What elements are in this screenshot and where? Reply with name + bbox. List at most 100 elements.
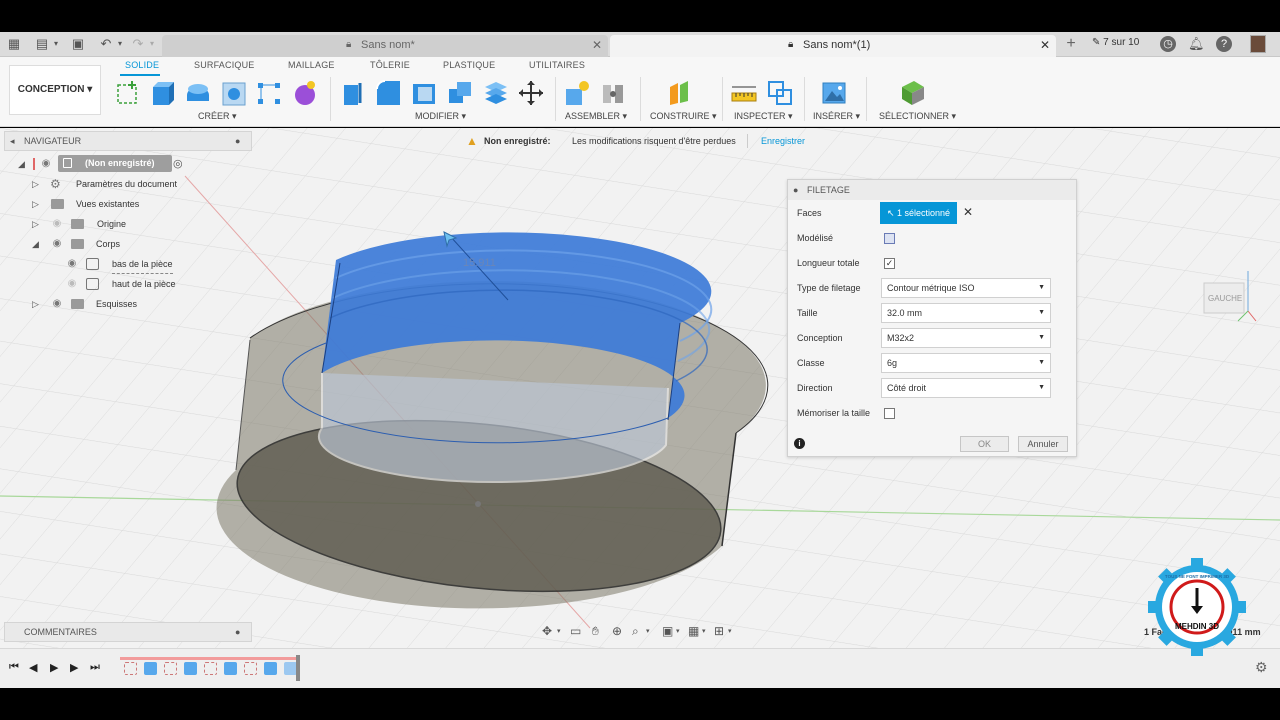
timeline-settings-gear-icon[interactable]: ⚙ xyxy=(1255,659,1268,676)
eye-hidden-icon[interactable]: ◉ xyxy=(50,215,64,233)
classe-select[interactable]: 6g ▼ xyxy=(881,353,1051,373)
combine-icon[interactable] xyxy=(446,79,474,107)
orbit-icon[interactable]: ✥ xyxy=(542,624,552,638)
job-status-icon[interactable]: ◷ xyxy=(1160,36,1176,52)
nav-item-vues[interactable]: ▷ Vues existantes xyxy=(30,195,230,213)
last-step-icon[interactable]: ⏭ xyxy=(90,661,100,674)
tab-sans-nom[interactable]: 🔒︎ Sans nom* ✕ xyxy=(162,35,608,57)
offset-plane-icon[interactable] xyxy=(666,79,694,107)
first-step-icon[interactable]: ⏮ xyxy=(9,661,19,674)
shell-icon[interactable] xyxy=(410,79,438,107)
group-modifier[interactable]: MODIFIER ▾ xyxy=(415,111,466,122)
save-link[interactable]: Enregistrer xyxy=(761,132,805,150)
info-icon[interactable]: i xyxy=(794,438,805,449)
faces-selection-button[interactable]: ↖ 1 sélectionné xyxy=(880,202,957,224)
apps-grid-icon[interactable]: ▦ xyxy=(6,37,22,51)
pattern-icon[interactable] xyxy=(255,79,283,107)
tab-tolerie[interactable]: TÔLERIE xyxy=(370,60,410,70)
group-inserer[interactable]: INSÉRER ▾ xyxy=(813,111,860,122)
timeline-sketch-icon[interactable] xyxy=(244,662,257,675)
expand-triangle-icon[interactable]: ▷ xyxy=(32,219,42,229)
nav-item-bas-de-la-piece[interactable]: ◉ bas de la pièce xyxy=(64,255,244,274)
chevron-down-icon[interactable]: ▾ xyxy=(646,627,650,635)
root-component-label[interactable]: (Non enregistré) xyxy=(58,155,172,172)
revolve-icon[interactable] xyxy=(184,79,212,107)
nav-item-esquisses[interactable]: ▷ ◉ Esquisses xyxy=(30,295,230,313)
new-tab-plus-icon[interactable]: + xyxy=(1062,35,1080,55)
add-comment-icon[interactable]: ● xyxy=(235,623,240,641)
timeline-sketch-icon[interactable] xyxy=(164,662,177,675)
timeline-sketch-icon[interactable] xyxy=(204,662,217,675)
clear-selection-icon[interactable]: ✕ xyxy=(963,205,973,219)
expand-triangle-icon[interactable]: ▷ xyxy=(32,179,42,189)
expand-triangle-icon[interactable]: ▷ xyxy=(32,199,42,209)
group-assembler[interactable]: ASSEMBLER ▾ xyxy=(565,111,627,122)
group-inspecter[interactable]: INSPECTER ▾ xyxy=(734,111,793,122)
pan-hand-icon[interactable]: ✋︎ xyxy=(592,624,599,639)
timeline-track[interactable] xyxy=(120,655,300,683)
group-construire[interactable]: CONSTRUIRE ▾ xyxy=(650,111,717,122)
move-icon[interactable] xyxy=(517,79,545,107)
eye-hidden-icon[interactable]: ◉ xyxy=(65,275,79,293)
tab-plastique[interactable]: PLASTIQUE xyxy=(443,60,495,70)
fillet-icon[interactable] xyxy=(374,79,402,107)
chevron-down-icon[interactable]: ▾ xyxy=(557,627,561,635)
eye-icon[interactable]: ◉ xyxy=(39,155,53,173)
eye-icon[interactable]: ◉ xyxy=(50,295,64,313)
press-pull-icon[interactable] xyxy=(338,79,366,107)
interference-icon[interactable] xyxy=(766,79,794,107)
eye-icon[interactable]: ◉ xyxy=(50,235,64,253)
version-indicator[interactable]: ✎ 7 sur 10 xyxy=(1092,37,1139,48)
tab-utilitaires[interactable]: UTILITAIRES xyxy=(529,60,585,70)
eye-icon[interactable]: ◉ xyxy=(65,255,79,273)
extrude-icon[interactable] xyxy=(148,79,176,107)
group-creer[interactable]: CRÉER ▾ xyxy=(198,111,237,122)
group-selectionner[interactable]: SÉLECTIONNER ▾ xyxy=(879,111,956,122)
undo-dropdown-icon[interactable]: ▾ xyxy=(112,37,128,51)
ok-button[interactable]: OK xyxy=(960,436,1009,452)
direction-select[interactable]: Côté droit ▼ xyxy=(881,378,1051,398)
navigator-panel-header[interactable]: ◂ NAVIGATEUR ● xyxy=(4,131,252,151)
next-step-icon[interactable]: ▶ xyxy=(70,661,78,674)
timeline-marker[interactable] xyxy=(296,655,300,681)
file-dropdown-icon[interactable]: ▾ xyxy=(48,37,64,51)
taille-select[interactable]: 32.0 mm ▼ xyxy=(881,303,1051,323)
joint-icon[interactable] xyxy=(599,79,627,107)
look-at-icon[interactable]: ▭ xyxy=(570,624,581,638)
display-settings-icon[interactable]: ▣ xyxy=(662,624,673,638)
dialog-header[interactable]: ● FILETAGE xyxy=(788,180,1076,200)
insert-image-icon[interactable] xyxy=(820,79,848,107)
previous-step-icon[interactable]: ◀ xyxy=(29,661,37,674)
chevron-down-icon[interactable]: ▾ xyxy=(702,627,706,635)
timeline-sketch-icon[interactable] xyxy=(124,662,137,675)
chevron-down-icon[interactable]: ▾ xyxy=(676,627,680,635)
nav-item-haut-de-la-piece[interactable]: ◉ haut de la pièce xyxy=(64,275,244,293)
play-icon[interactable]: ▶ xyxy=(50,661,58,674)
nav-item-origine[interactable]: ▷ ◉ Origine xyxy=(30,215,230,233)
viewports-icon[interactable]: ⊞ xyxy=(714,624,724,638)
expand-triangle-icon[interactable]: ▷ xyxy=(32,299,42,309)
cancel-button[interactable]: Annuler xyxy=(1018,436,1068,452)
redo-dropdown-icon[interactable]: ▾ xyxy=(144,37,160,51)
notifications-bell-icon[interactable]: 🔔︎ xyxy=(1188,36,1205,52)
hole-icon[interactable] xyxy=(220,79,248,107)
activate-radio-icon[interactable]: ◎ xyxy=(173,157,183,170)
tab-sans-nom-1[interactable]: 🔒︎ Sans nom*(1) ✕ xyxy=(610,35,1056,57)
close-icon[interactable]: ✕ xyxy=(592,35,602,55)
comments-panel-header[interactable]: COMMENTAIRES ● xyxy=(4,622,252,642)
timeline-extrude-icon[interactable] xyxy=(184,662,197,675)
grid-settings-icon[interactable]: ▦ xyxy=(688,624,699,638)
longueur-totale-checkbox[interactable]: ✓ xyxy=(884,258,895,269)
measure-icon[interactable] xyxy=(730,79,758,107)
type-filetage-select[interactable]: Contour métrique ISO ▼ xyxy=(881,278,1051,298)
help-icon[interactable]: ? xyxy=(1216,36,1232,52)
timeline-extrude-icon[interactable] xyxy=(264,662,277,675)
new-component-icon[interactable] xyxy=(563,79,591,107)
create-sketch-icon[interactable] xyxy=(114,79,142,107)
nav-item-parametres[interactable]: ▷ ⚙ Paramètres du document xyxy=(30,175,230,193)
timeline-extrude-icon[interactable] xyxy=(224,662,237,675)
memoriser-checkbox[interactable] xyxy=(884,408,895,419)
timeline-extrude-icon[interactable] xyxy=(144,662,157,675)
conception-select[interactable]: M32x2 ▼ xyxy=(881,328,1051,348)
close-icon[interactable]: ✕ xyxy=(1040,35,1050,55)
